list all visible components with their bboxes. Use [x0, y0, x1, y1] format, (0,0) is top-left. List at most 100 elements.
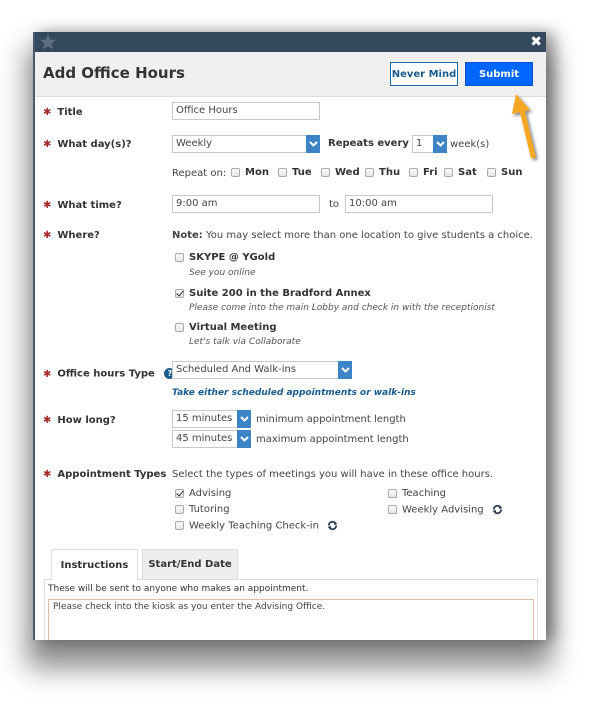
- office-hours-type-select[interactable]: Scheduled And Walk-ins: [172, 361, 352, 379]
- appt-type-label: Teaching: [402, 488, 446, 499]
- repeats-every-select[interactable]: 1: [412, 135, 447, 153]
- appt-type-label: Weekly Advising: [402, 504, 484, 516]
- checkbox[interactable]: [175, 521, 184, 530]
- chevron-down-icon: [237, 430, 251, 448]
- office-hours-type-value: Scheduled And Walk-ins: [176, 364, 297, 375]
- required-icon: ✱: [43, 230, 52, 241]
- end-time-input[interactable]: 10:00 am: [345, 195, 493, 213]
- min-length-select[interactable]: 15 minutes: [172, 410, 251, 428]
- weekday-fri[interactable]: Fri: [409, 167, 438, 178]
- checkbox[interactable]: [365, 167, 374, 177]
- recurring-icon: [492, 504, 503, 515]
- instructions-textarea[interactable]: Please check into the kiosk as you enter…: [48, 599, 534, 640]
- appt-type-weekly-teaching-check-in[interactable]: Weekly Teaching Check-in: [175, 520, 338, 532]
- weekday-thu[interactable]: Thu: [365, 167, 400, 178]
- required-icon: ✱: [43, 139, 52, 150]
- checkbox[interactable]: [175, 252, 184, 262]
- annotation-arrow-icon: [512, 94, 536, 159]
- required-icon: ✱: [43, 107, 52, 118]
- checkbox[interactable]: [321, 167, 330, 177]
- time-to-label: to: [329, 199, 340, 210]
- location-name: SKYPE @ YGold: [189, 252, 276, 263]
- what-days-label: ✱ What day(s)?: [43, 139, 132, 150]
- appointment-types-intro: Select the types of meetings you will ha…: [172, 469, 494, 480]
- instructions-panel: These will be sent to anyone who makes a…: [44, 579, 538, 640]
- weekday-label: Mon: [245, 167, 269, 178]
- location-suite-200[interactable]: Suite 200 in the Bradford Annex: [175, 288, 371, 299]
- weekday-wed[interactable]: Wed: [321, 167, 360, 178]
- tab-start-end-date[interactable]: Start/End Date: [142, 549, 238, 579]
- office-hours-type-label: ✱ Office hours Type ?: [43, 368, 176, 380]
- min-length-value: 15 minutes: [176, 413, 233, 424]
- weekday-tue[interactable]: Tue: [278, 167, 312, 178]
- location-desc: See you online: [189, 268, 256, 278]
- required-icon: ✱: [43, 200, 52, 211]
- chevron-down-icon: [306, 135, 320, 153]
- chevron-down-icon: [433, 135, 447, 153]
- location-skype[interactable]: SKYPE @ YGold: [175, 252, 275, 263]
- weekday-mon[interactable]: Mon: [231, 167, 269, 178]
- checkbox[interactable]: [388, 488, 397, 498]
- weekday-label: Sat: [458, 167, 477, 178]
- dialog-header: Add Office Hours Never Mind Submit: [35, 52, 546, 97]
- weekday-sun[interactable]: Sun: [487, 167, 522, 178]
- required-icon: ✱: [43, 469, 52, 480]
- title-input[interactable]: Office Hours: [172, 102, 320, 120]
- chevron-down-icon: [338, 361, 352, 379]
- weekday-label: Tue: [292, 167, 312, 178]
- checkbox[interactable]: [231, 167, 240, 177]
- close-icon[interactable]: ✖: [530, 33, 542, 51]
- checkbox-checked[interactable]: [175, 488, 184, 498]
- office-hours-type-hint: Take either scheduled appointments or wa…: [172, 388, 416, 398]
- appt-type-label: Advising: [189, 488, 232, 499]
- weekday-sat[interactable]: Sat: [444, 167, 477, 178]
- tab-instructions[interactable]: Instructions: [51, 549, 138, 580]
- appt-type-advising[interactable]: Advising: [175, 488, 231, 499]
- where-note: Note: You may select more than one locat…: [172, 230, 533, 241]
- frequency-select[interactable]: Weekly: [172, 135, 320, 153]
- required-icon: ✱: [43, 415, 52, 426]
- location-desc: Please come into the main Lobby and chec…: [189, 303, 495, 313]
- submit-button[interactable]: Submit: [465, 62, 533, 86]
- note-bold: Note:: [172, 230, 203, 241]
- checkbox[interactable]: [388, 505, 397, 514]
- location-desc: Let's talk via Collaborate: [189, 337, 301, 347]
- office-hours-type-label-text: Office hours Type: [57, 368, 155, 380]
- appt-type-teaching[interactable]: Teaching: [388, 488, 446, 499]
- weekday-label: Wed: [335, 167, 360, 178]
- min-length-label: minimum appointment length: [256, 414, 406, 425]
- max-length-select[interactable]: 45 minutes: [172, 430, 251, 448]
- required-icon: ✱: [43, 368, 52, 380]
- title-label: ✱ Title: [43, 107, 83, 118]
- weekday-label: Sun: [501, 167, 523, 178]
- checkbox[interactable]: [175, 322, 184, 332]
- repeats-every-label: Repeats every: [328, 138, 409, 149]
- appt-type-weekly-advising[interactable]: Weekly Advising: [388, 504, 503, 516]
- weekday-label: Thu: [379, 167, 401, 178]
- chevron-down-icon: [237, 410, 251, 428]
- checkbox[interactable]: [487, 167, 496, 177]
- where-label-text: Where?: [57, 230, 100, 241]
- frequency-value: Weekly: [176, 138, 213, 149]
- start-time-input[interactable]: 9:00 am: [172, 195, 320, 213]
- dialog-title: Add Office Hours: [43, 64, 185, 82]
- how-long-label-text: How long?: [57, 415, 116, 426]
- appt-type-label: Weekly Teaching Check-in: [189, 520, 319, 532]
- checkbox-checked[interactable]: [175, 288, 184, 298]
- weekday-label: Fri: [423, 167, 438, 178]
- checkbox[interactable]: [278, 167, 287, 177]
- appt-type-tutoring[interactable]: Tutoring: [175, 504, 230, 515]
- dialog-titlebar: ✖: [35, 32, 546, 52]
- location-virtual-meeting[interactable]: Virtual Meeting: [175, 322, 276, 333]
- what-time-label: ✱ What time?: [43, 200, 122, 211]
- recurring-icon: [327, 520, 338, 531]
- location-name: Suite 200 in the Bradford Annex: [189, 288, 371, 299]
- appt-type-label: Tutoring: [189, 504, 230, 515]
- where-label: ✱ Where?: [43, 230, 100, 241]
- checkbox[interactable]: [444, 167, 453, 177]
- repeat-on-label: Repeat on:: [172, 168, 227, 179]
- checkbox[interactable]: [175, 504, 184, 514]
- checkbox[interactable]: [409, 167, 418, 177]
- max-length-label: maximum appointment length: [256, 434, 409, 445]
- never-mind-button[interactable]: Never Mind: [390, 62, 458, 86]
